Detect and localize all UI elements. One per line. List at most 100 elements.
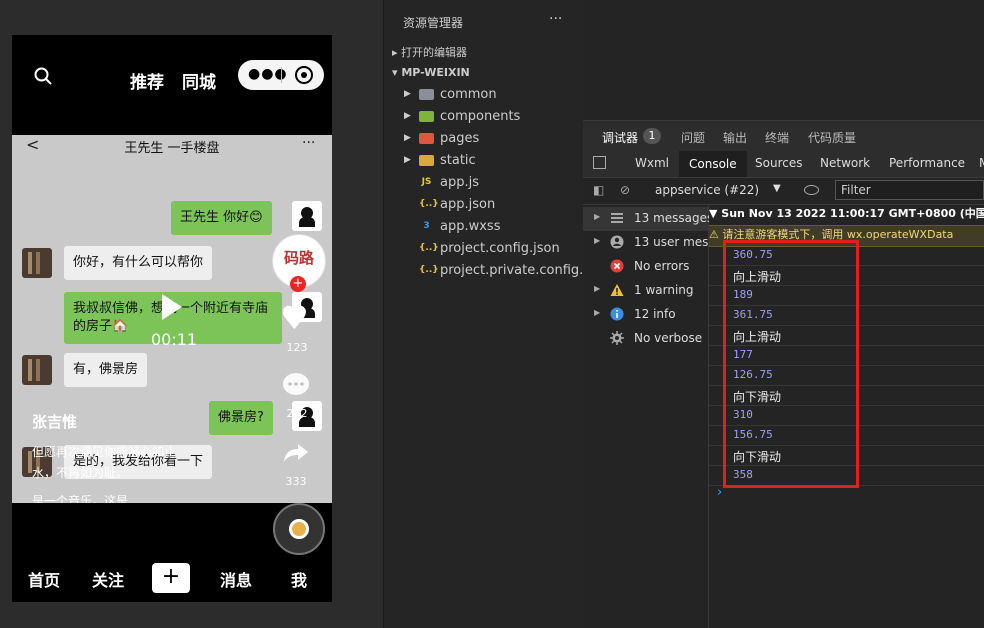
filter-input[interactable]: Filter	[835, 180, 984, 200]
close-target-icon[interactable]	[295, 66, 313, 84]
console-prompt[interactable]: ›	[717, 485, 722, 500]
heart-icon[interactable]: ♥	[280, 299, 309, 337]
sidebar-item-user-messages[interactable]: ▶ 13 user mes...	[583, 231, 720, 255]
file-item[interactable]: JS app.js	[384, 172, 583, 194]
share-icon[interactable]	[282, 441, 310, 465]
tab-more[interactable]: M	[979, 156, 984, 170]
folder-icon	[419, 89, 434, 100]
chevron-right-icon: ▶	[404, 133, 411, 143]
project-section[interactable]: ▾ MP-WEIXIN	[392, 66, 470, 79]
chat-bubble: 佛景房?	[209, 401, 273, 435]
search-icon[interactable]	[34, 67, 52, 85]
expand-arrow-icon: ▶	[594, 308, 601, 317]
sidebar-item-label: 13 messages	[634, 211, 714, 225]
folder-icon	[419, 111, 434, 122]
tab-sources[interactable]: Sources	[755, 156, 802, 170]
context-select[interactable]: appservice (#22)	[655, 183, 759, 197]
file-item[interactable]: {..} project.private.config.js...	[384, 260, 606, 282]
inspect-icon[interactable]	[593, 156, 606, 169]
user-icon	[610, 235, 624, 249]
project-label: MP-WEIXIN	[401, 66, 470, 79]
tree-item-label: static	[440, 153, 476, 168]
file-item[interactable]: 3 app.wxss	[384, 216, 583, 238]
folder-item[interactable]: ▶ static	[384, 150, 583, 172]
file-icon: 3	[423, 221, 430, 231]
nav-follow[interactable]: 关注	[92, 567, 124, 591]
tab-recommend[interactable]: 推荐	[130, 68, 164, 93]
tab-debugger[interactable]: 调试器	[602, 129, 638, 146]
clear-console-icon[interactable]: ⊘	[620, 183, 630, 197]
sidebar-toggle-icon[interactable]: ◧	[593, 183, 604, 197]
simulator-panel: 推荐 同城 ●●● < 王先生 一手楼盘 ··· 王先生 你好😊 你好，有什么可…	[0, 0, 383, 628]
file-icon: {..}	[419, 199, 439, 209]
error-icon	[610, 259, 624, 273]
sidebar-item-label: 13 user mes...	[634, 235, 720, 249]
expand-arrow-icon: ▶	[594, 212, 601, 221]
sidebar-item-warnings[interactable]: ▶ 1 warning	[583, 279, 708, 303]
sidebar-item-label: No errors	[634, 259, 690, 273]
tree-item-label: project.private.config.js...	[440, 263, 607, 278]
chevron-right-icon: ▶	[404, 155, 411, 165]
chat-header: < 王先生 一手楼盘 ···	[12, 135, 332, 157]
follow-plus-icon[interactable]: +	[290, 276, 306, 292]
tab-issues[interactable]: 问题	[681, 129, 705, 146]
share-count: 333	[285, 475, 307, 488]
tab-code-quality[interactable]: 代码质量	[808, 129, 856, 146]
highlight-box	[723, 240, 859, 488]
nav-plus-button[interactable]: +	[152, 563, 190, 593]
tab-output[interactable]: 输出	[723, 129, 747, 146]
folder-item[interactable]: ▶ pages	[384, 128, 583, 150]
tab-console[interactable]: Console	[679, 151, 747, 177]
open-editors-section[interactable]: ▸ 打开的编辑器	[392, 44, 467, 60]
tab-local[interactable]: 同城	[182, 68, 216, 93]
description-line: 水，不再如为耻。	[32, 466, 129, 480]
sidebar-item-info[interactable]: ▶ 12 info	[583, 303, 708, 327]
sidebar-item-label: 1 warning	[634, 283, 694, 297]
chevron-down-icon[interactable]: ▼	[773, 183, 781, 194]
eye-icon[interactable]	[804, 185, 819, 195]
sidebar-item-label: No verbose	[634, 331, 703, 345]
panel-tabs: Wxml Console Sources Network Performance…	[583, 151, 984, 178]
sidebar-item-verbose[interactable]: No verbose	[583, 327, 708, 351]
list-icon	[611, 213, 623, 223]
folder-item[interactable]: ▶ components	[384, 106, 583, 128]
phone-top-bar: 推荐 同城 ●●●	[12, 35, 332, 135]
tab-performance[interactable]: Performance	[889, 156, 965, 170]
sidebar-item-errors[interactable]: No errors	[583, 255, 708, 279]
devtools-panel: 调试器 1 问题 输出 终端 代码质量 Wxml Console Sources…	[583, 0, 984, 628]
file-item[interactable]: {..} app.json	[384, 194, 583, 216]
file-explorer: 资源管理器 ··· ▸ 打开的编辑器 ▾ MP-WEIXIN ▶ common ▶ c…	[383, 0, 606, 628]
verbose-icon	[610, 331, 624, 345]
logo-text: 码路	[283, 249, 314, 267]
music-disc-icon[interactable]	[273, 503, 325, 555]
log-group-header[interactable]: ▼ Sun Nov 13 2022 11:00:17 GMT+0800 (中国标…	[709, 205, 984, 225]
nav-me[interactable]: 我	[291, 567, 307, 591]
chat-bubble: 你好，有什么可以帮你	[64, 246, 213, 280]
console-output: ▼ Sun Nov 13 2022 11:00:17 GMT+0800 (中国标…	[709, 205, 984, 628]
expand-arrow-icon: ▶	[594, 236, 601, 245]
tab-network[interactable]: Network	[820, 156, 870, 170]
comment-icon[interactable]	[281, 371, 311, 399]
tab-wxml[interactable]: Wxml	[635, 156, 669, 170]
folder-item[interactable]: ▶ common	[384, 84, 583, 106]
tree-item-label: app.json	[440, 197, 496, 212]
comment-count: 222	[286, 407, 308, 420]
issue-badge: 1	[643, 128, 661, 144]
nav-messages[interactable]: 消息	[220, 567, 252, 591]
sidebar-item-messages[interactable]: ▶ 13 messages	[583, 207, 713, 231]
file-icon: {..}	[419, 265, 439, 275]
author-name: 张吉惟	[32, 413, 78, 431]
avatar	[22, 248, 52, 278]
explorer-more-icon[interactable]: ···	[549, 11, 562, 27]
tree-item-label: components	[440, 109, 521, 124]
tab-terminal[interactable]: 终端	[765, 129, 789, 146]
play-icon[interactable]	[162, 294, 182, 320]
capsule-menu[interactable]: ●●●	[238, 60, 324, 90]
phone-screen: 推荐 同城 ●●● < 王先生 一手楼盘 ··· 王先生 你好😊 你好，有什么可…	[12, 35, 332, 602]
video-area[interactable]: < 王先生 一手楼盘 ··· 王先生 你好😊 你好，有什么可以帮你 我叔叔信佛，…	[12, 135, 332, 503]
file-item[interactable]: {..} project.config.json	[384, 238, 583, 260]
video-time: 00:11	[151, 330, 198, 349]
avatar	[292, 201, 322, 231]
nav-home[interactable]: 首页	[28, 567, 60, 591]
explorer-title: 资源管理器	[403, 16, 464, 30]
